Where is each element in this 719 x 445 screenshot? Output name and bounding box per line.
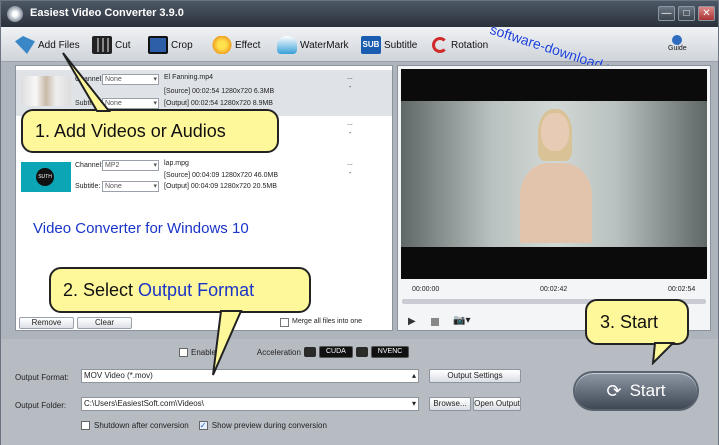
subtitle-select[interactable]: None [102,181,159,192]
file-list-item[interactable]: SUTH Channel: MP2 Subtitle: None lap.mpg… [16,156,392,202]
options-row: Shutdown after conversion Show preview d… [81,421,327,430]
preview-panel: 00:00:00 00:02:42 00:02:54 ▶ 📷▾ [397,65,711,331]
shutdown-checkbox[interactable] [81,421,90,430]
watermark-button[interactable]: WaterMark [277,33,349,57]
callout-1-pointer [62,52,111,112]
status-dash: - [349,170,352,177]
title-bar: Easiest Video Converter 3.9.0 — □ ✕ [1,1,718,27]
cuda-badge: CUDA [318,346,353,358]
rotation-icon [432,37,448,53]
source-info: [Source] 00:02:54 1280x720 6.3MB [164,88,275,95]
acceleration-label: Acceleration [256,347,301,357]
shutdown-label: Shutdown after conversion [94,421,189,430]
status-dash: - [349,84,352,91]
close-button[interactable]: ✕ [698,6,715,21]
output-folder-select[interactable]: C:\Users\EasiestSoft.com\Videos\ [81,397,419,411]
more-options-icon[interactable]: ... [347,120,353,127]
show-preview-label: Show preview during conversion [211,421,327,430]
output-folder-label: Output Folder: [15,401,67,410]
file-list-footer: Remove Clear Merge all files into one [16,316,392,330]
merge-label: Merge all files into one [292,318,363,325]
maximize-button[interactable]: □ [678,6,695,21]
time-start: 00:00:00 [412,286,440,293]
video-preview[interactable] [401,69,707,279]
output-info: [Output] 00:02:54 1280x720 8.9MB [164,100,273,107]
callout-2-prefix: 2. Select [63,279,134,300]
subtitle-label: Subtitle [384,39,418,51]
crop-icon [148,36,168,54]
output-info: [Output] 00:04:09 1280x720 20.5MB [164,183,277,190]
callout-select-format: 2. Select Output Format [49,267,311,313]
rotation-button[interactable]: Rotation [432,33,488,57]
time-end: 00:02:54 [668,286,696,293]
app-window: Easiest Video Converter 3.9.0 — □ ✕ Add … [0,0,719,445]
minimize-button[interactable]: — [658,6,675,21]
more-options-icon[interactable]: ... [347,160,353,167]
browse-button[interactable]: Browse... [429,397,471,411]
crop-label: Crop [171,39,193,51]
merge-checkbox[interactable] [280,318,289,327]
stop-icon[interactable] [431,318,439,326]
watermark-label: WaterMark [300,39,349,51]
video-person [520,109,592,243]
source-info: [Source] 00:04:09 1280x720 46.0MB [164,172,279,179]
nvidia-icon [355,347,368,357]
status-dash: - [349,130,352,137]
file-name: lap.mpg [164,160,189,167]
person-head [541,113,569,151]
subtitle-label: Subtitle: [75,183,101,190]
output-format-label: Output Format: [15,373,69,382]
nvenc-badge: NVENC [370,346,410,358]
gpu-checkbox[interactable] [179,347,188,357]
channel-label: Channel: [75,162,104,169]
person-body [520,163,592,243]
video-thumbnail: SUTH [21,162,71,192]
add-files-label: Add Files [38,39,80,51]
guide-label: Guide [668,45,687,52]
effect-label: Effect [235,39,261,51]
nvidia-icon [303,347,316,357]
sun-effect-icon [212,36,232,54]
open-output-button[interactable]: Open Output [473,397,521,411]
cut-label: Cut [115,39,131,51]
guide-icon [672,35,683,45]
app-logo-icon [7,6,23,22]
rotation-label: Rotation [451,39,489,51]
video-frame [401,101,707,247]
callout-add-videos: 1. Add Videos or Audios [21,109,279,153]
channel-select[interactable]: MP2 [102,160,159,171]
crop-button[interactable]: Crop [148,33,193,57]
add-files-icon [15,36,35,54]
show-preview-checkbox[interactable] [198,421,208,430]
callout-2-pointer [212,310,243,376]
snapshot-icon[interactable]: 📷▾ [453,315,470,326]
subtitle-icon: SUB [361,36,381,54]
thumbnail-logo: SUTH [36,168,54,186]
output-settings-area: Enable Acceleration CUDA NVENC Output Fo… [1,339,718,445]
overlay-label: Video Converter for Windows 10 [33,220,249,237]
effect-button[interactable]: Effect [212,33,260,57]
callout-start: 3. Start [585,299,689,345]
output-settings-button[interactable]: Output Settings [429,369,521,383]
file-name: El Fanning.mp4 [164,74,214,81]
clear-button[interactable]: Clear [77,317,132,329]
app-title: Easiest Video Converter 3.9.0 [30,7,184,19]
subtitle-button[interactable]: SUB Subtitle [361,33,417,57]
time-current: 00:02:42 [540,286,568,293]
play-icon[interactable]: ▶ [408,316,416,327]
start-label: Start [629,381,666,400]
start-button[interactable]: ⟳ Start [573,371,699,411]
remove-button[interactable]: Remove [19,317,74,329]
callout-3-pointer [651,342,676,365]
guide-button[interactable]: Guide [668,35,687,59]
water-drop-icon [277,36,297,54]
more-options-icon[interactable]: ... [347,74,353,81]
callout-2-highlight: Output Format [138,279,255,300]
convert-icon: ⟳ [606,380,622,401]
